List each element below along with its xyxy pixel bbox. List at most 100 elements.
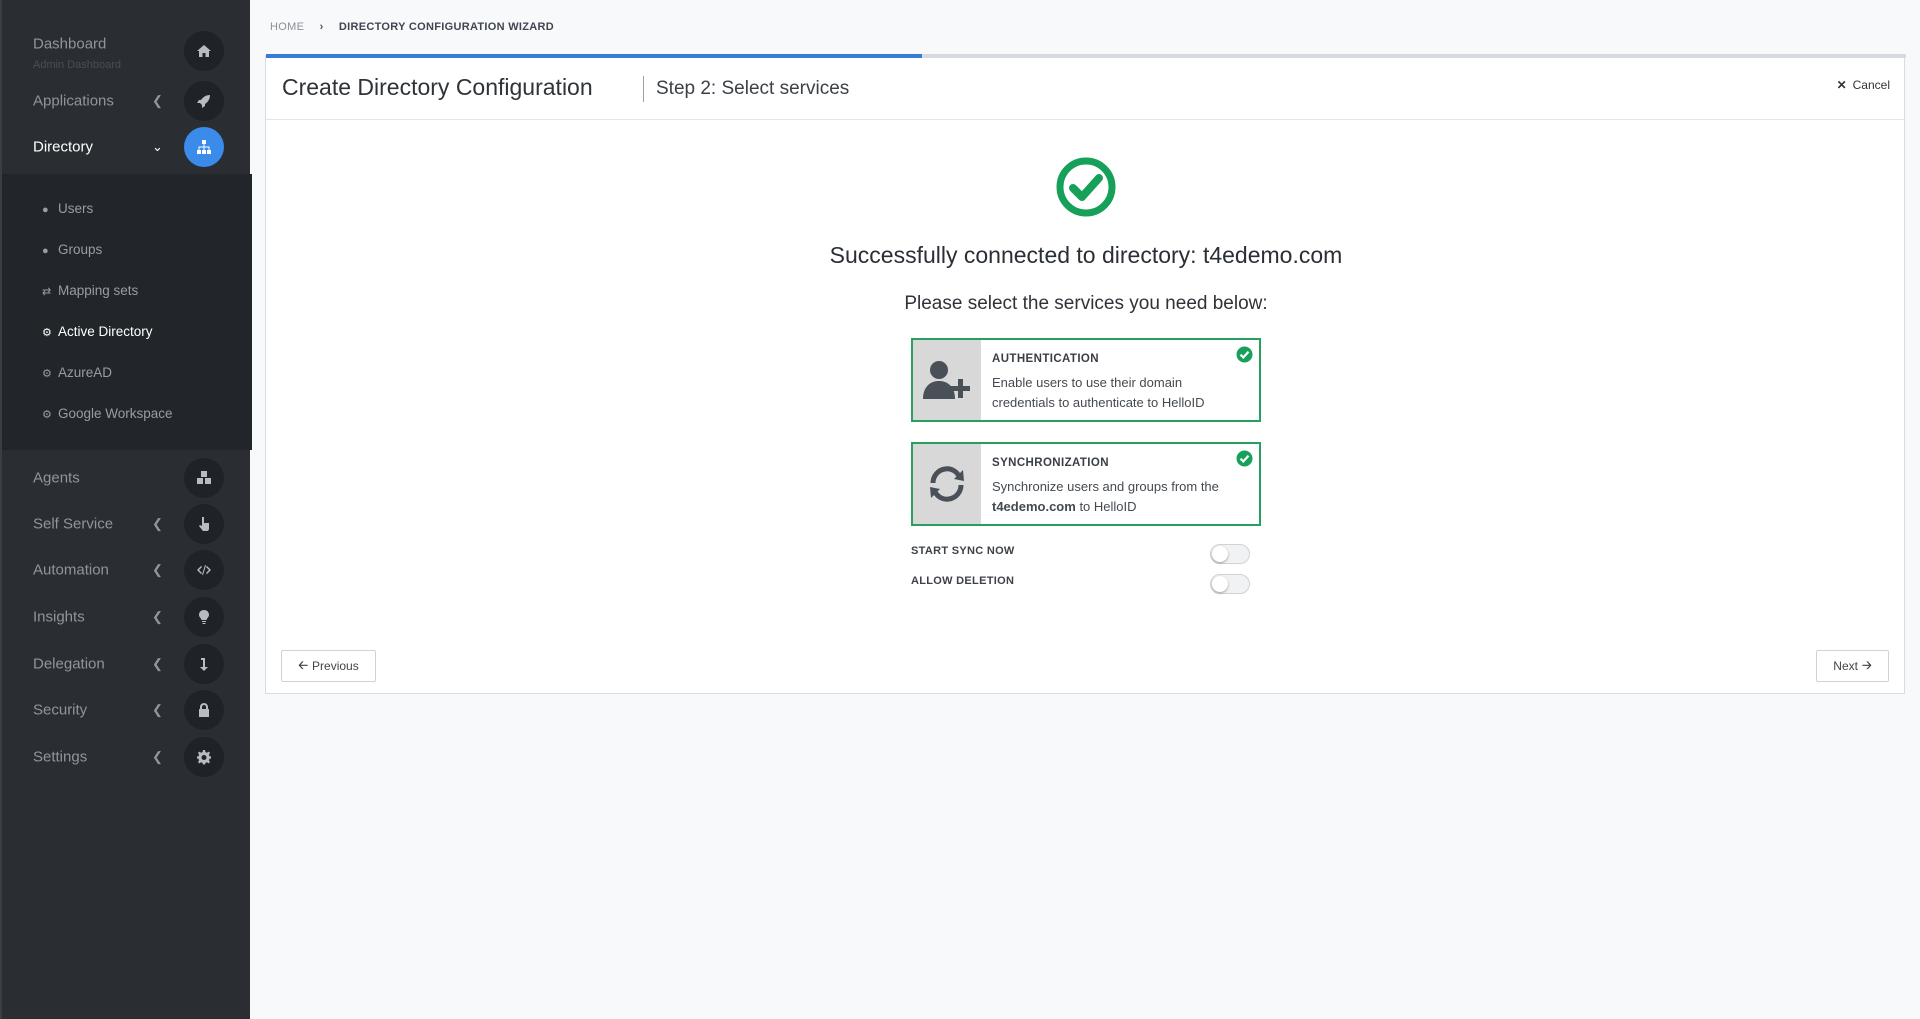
- sidebar-item-security[interactable]: Security ❮: [2, 687, 252, 733]
- submenu-item-azuread[interactable]: ⚙ AzureAD: [42, 365, 112, 380]
- sync-icon: [913, 444, 981, 524]
- sidebar-item-label: Applications: [33, 92, 114, 110]
- gear-icon: ⚙: [42, 327, 52, 339]
- select-services-prompt: Please select the services you need belo…: [904, 293, 1268, 314]
- rocket-icon: [184, 81, 224, 121]
- sidebar-item-label: Delegation: [33, 655, 105, 673]
- gear-icon: [184, 737, 224, 777]
- users-icon: ●: [42, 245, 49, 257]
- selected-check-icon: [1236, 346, 1253, 363]
- sidebar-item-delegation[interactable]: Delegation ❮: [2, 641, 252, 687]
- submenu-item-google-workspace[interactable]: ⚙ Google Workspace: [42, 406, 173, 421]
- toggle-knob: [1212, 546, 1228, 562]
- sidebar: Dashboard Admin Dashboard Applications ❮…: [0, 0, 252, 1019]
- cancel-button-label: Cancel: [1852, 78, 1890, 92]
- chevron-left-icon: ❮: [152, 562, 163, 577]
- previous-button-label: Previous: [312, 659, 359, 673]
- lock-icon: [184, 690, 224, 730]
- submenu-item-label: AzureAD: [58, 365, 113, 380]
- synchronization-service-card[interactable]: SYNCHRONIZATION Synchronize users and gr…: [911, 442, 1261, 526]
- chevron-left-icon: ❮: [152, 609, 163, 624]
- submenu-item-label: Groups: [58, 242, 103, 257]
- submenu-item-label: Active Directory: [58, 324, 153, 339]
- sidebar-item-label: Security: [33, 701, 88, 719]
- synchronization-domain: t4edemo.com: [992, 499, 1076, 514]
- chevron-left-icon: ❮: [152, 93, 163, 108]
- arrow-left-icon: 🡠: [298, 657, 309, 672]
- allow-deletion-toggle[interactable]: [1210, 574, 1250, 594]
- submenu-item-label: Mapping sets: [58, 283, 139, 298]
- chevron-left-icon: ❮: [152, 516, 163, 531]
- exchange-icon: ⇄: [42, 286, 52, 298]
- chevron-down-icon: ⌄: [152, 139, 163, 154]
- authentication-description: Enable users to use their domain credent…: [992, 375, 1205, 410]
- selected-check-icon: [1236, 450, 1253, 467]
- success-message: Successfully connected to directory: t4e…: [829, 242, 1343, 268]
- next-button-label: Next: [1833, 659, 1858, 673]
- submenu-item-label: Users: [58, 201, 94, 216]
- sidebar-item-sublabel: Admin Dashboard: [33, 59, 122, 71]
- chevron-left-icon: ❮: [152, 656, 163, 671]
- breadcrumb-current: DIRECTORY CONFIGURATION WIZARD: [338, 21, 555, 33]
- arrow-right-icon: 🡢: [1861, 657, 1872, 672]
- sidebar-item-dashboard[interactable]: Dashboard Admin Dashboard: [2, 28, 252, 74]
- synchronization-title: SYNCHRONIZATION: [992, 457, 1109, 469]
- start-sync-option: START SYNC NOW: [911, 541, 1261, 564]
- synchronization-desc-suffix: to HelloID: [1079, 499, 1137, 514]
- cancel-button[interactable]: ✕ Cancel: [1837, 78, 1890, 92]
- success-check-icon: [1056, 157, 1116, 217]
- authentication-title: AUTHENTICATION: [992, 353, 1099, 365]
- directory-submenu: ● Users ● Groups ⇄ Mapping sets ⚙ Active Dir…: [2, 174, 252, 450]
- breadcrumb-home-link[interactable]: HOME: [270, 21, 304, 33]
- level-down-icon: [184, 644, 224, 684]
- gear-icon: ⚙: [42, 409, 52, 421]
- allow-deletion-option: ALLOW DELETION: [911, 571, 1261, 594]
- sidebar-item-insights[interactable]: Insights ❮: [2, 594, 252, 640]
- gear-icon: ⚙: [42, 368, 52, 380]
- sidebar-item-applications[interactable]: Applications ❮: [2, 78, 252, 124]
- submenu-item-active-directory[interactable]: ⚙ Active Directory: [42, 324, 153, 339]
- chevron-right-icon: ›: [319, 21, 324, 33]
- synchronization-desc-text: Synchronize users and groups from the: [992, 479, 1219, 494]
- sidebar-item-self-service[interactable]: Self Service ❮: [2, 501, 252, 547]
- submenu-item-groups[interactable]: ● Groups: [42, 242, 102, 257]
- submenu-item-label: Google Workspace: [58, 406, 173, 421]
- sidebar-item-automation[interactable]: Automation ❮: [2, 547, 252, 593]
- chevron-left-icon: ❮: [152, 749, 163, 764]
- authentication-service-card[interactable]: AUTHENTICATION Enable users to use their…: [911, 338, 1261, 422]
- sidebar-item-label: Insights: [33, 608, 85, 626]
- sidebar-item-agents[interactable]: Agents: [2, 455, 252, 501]
- home-icon: [184, 31, 224, 71]
- sidebar-item-label: Settings: [33, 748, 88, 766]
- sidebar-item-settings[interactable]: Settings ❮: [2, 734, 252, 780]
- submenu-item-users[interactable]: ● Users: [42, 201, 93, 216]
- close-icon: ✕: [1836, 78, 1847, 92]
- submenu-item-mapping-sets[interactable]: ⇄ Mapping sets: [42, 283, 138, 298]
- title-divider: [643, 76, 644, 102]
- sidebar-item-label: Automation: [33, 561, 109, 579]
- cubes-icon: [184, 458, 224, 498]
- user-icon: ●: [42, 204, 49, 216]
- wizard-header: Create Directory Configuration Step 2: S…: [266, 58, 1904, 120]
- code-icon: [184, 550, 224, 590]
- breadcrumb: HOME › DIRECTORY CONFIGURATION WIZARD: [270, 21, 554, 33]
- previous-button[interactable]: 🡠 Previous: [281, 650, 376, 682]
- sidebar-item-directory[interactable]: Directory ⌄: [2, 124, 252, 170]
- sitemap-icon: [184, 127, 224, 167]
- wizard-step-title: Step 2: Select services: [656, 78, 850, 99]
- toggle-knob: [1212, 576, 1228, 592]
- user-plus-icon: [913, 340, 981, 420]
- page-title: Create Directory Configuration: [282, 74, 593, 100]
- sidebar-item-label: Dashboard: [33, 35, 107, 53]
- synchronization-description: Synchronize users and groups from the t4…: [992, 477, 1247, 517]
- start-sync-label: START SYNC NOW: [911, 545, 1015, 557]
- lightbulb-icon: [184, 597, 224, 637]
- sidebar-item-label: Agents: [33, 469, 80, 487]
- chevron-left-icon: ❮: [152, 702, 163, 717]
- start-sync-toggle[interactable]: [1210, 544, 1250, 564]
- hand-pointer-icon: [184, 504, 224, 544]
- allow-deletion-label: ALLOW DELETION: [911, 575, 1015, 587]
- wizard-panel: Create Directory Configuration Step 2: S…: [265, 54, 1906, 694]
- sidebar-item-label: Self Service: [33, 515, 114, 533]
- next-button[interactable]: Next 🡢: [1816, 650, 1889, 682]
